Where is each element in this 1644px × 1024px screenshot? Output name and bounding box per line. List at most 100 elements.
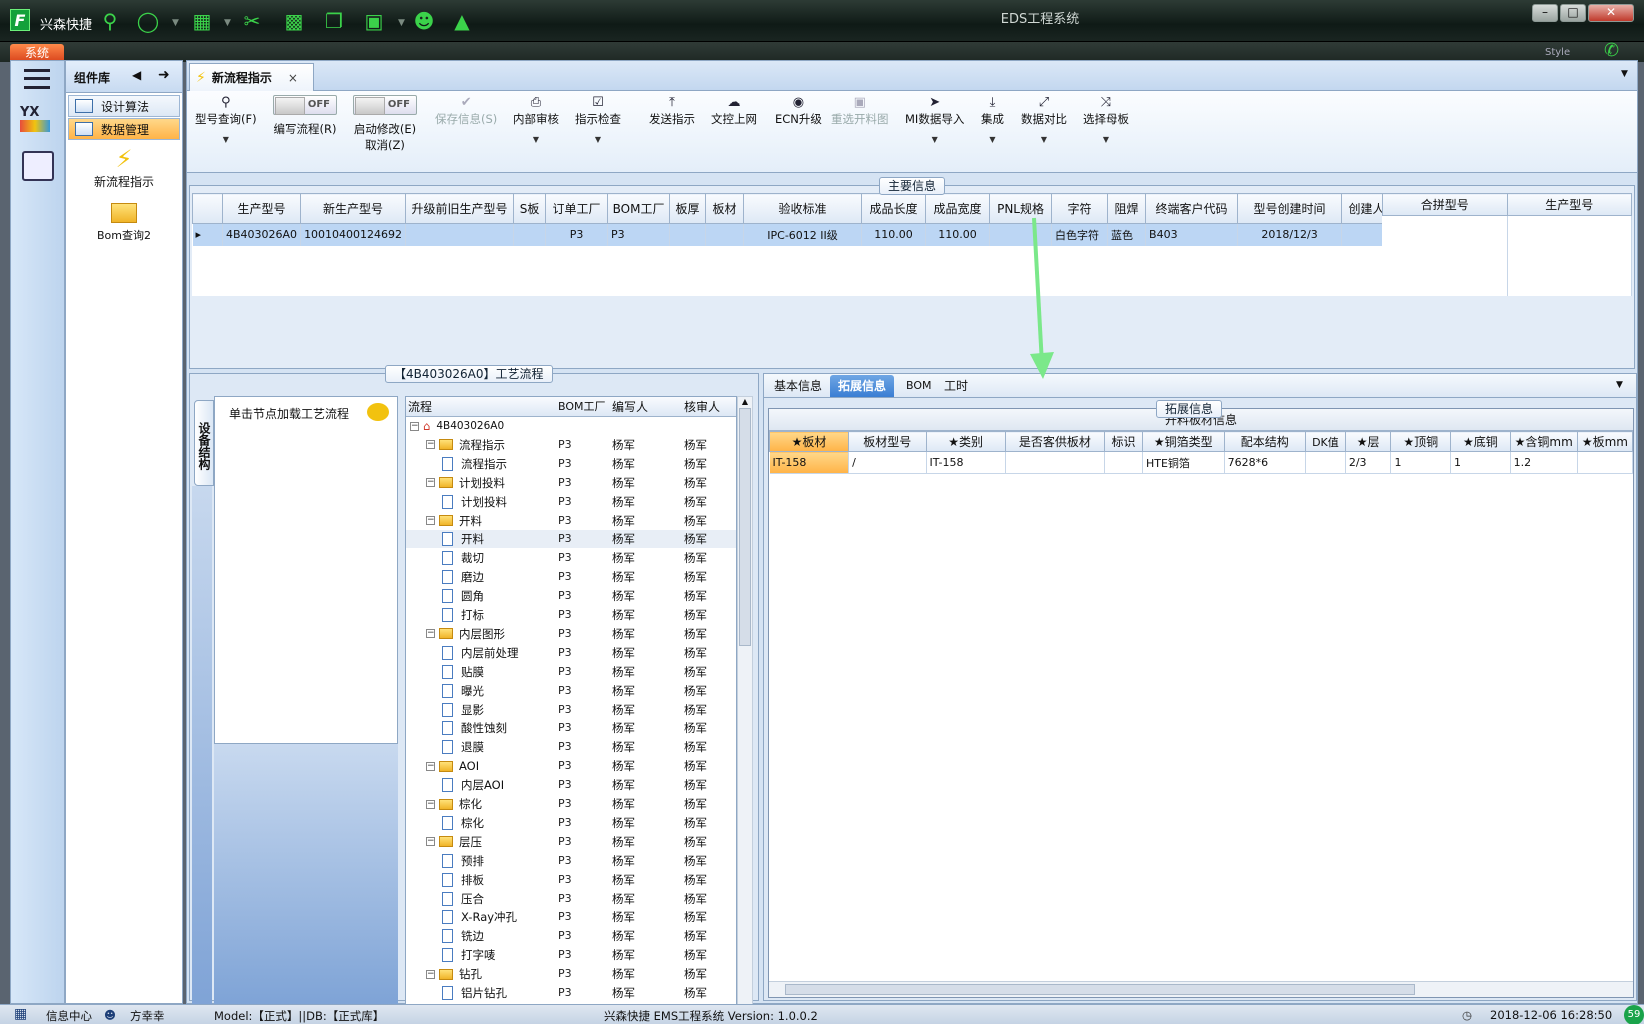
tree-row[interactable]: − 内层图形 P3 杨军 杨军 [406,625,736,643]
cell[interactable]: P3 [545,223,609,246]
grid-icon[interactable]: ▦ [190,9,214,33]
col-header[interactable]: 新生产型号 [300,193,407,224]
pin-icon[interactable]: ➜ [158,67,170,83]
cell[interactable]: 7628*6 [1224,451,1306,474]
tree-node[interactable]: 棕化 [442,814,484,832]
tree-row[interactable]: 磨边 P3 杨军 杨军 [406,568,736,586]
grid-icon[interactable]: ▦ [14,1006,27,1022]
comp-item-data-management[interactable]: 数据管理 [68,118,180,140]
tree-row[interactable]: 裁切 P3 杨军 杨军 [406,549,736,567]
cell[interactable] [989,223,1053,246]
collapse-icon[interactable]: − [426,969,435,979]
collapse-icon[interactable]: − [426,837,435,847]
send-instruction-button[interactable]: ⤒ 发送指示 [649,95,695,127]
apps-icon[interactable]: ▣ [362,9,386,33]
cell[interactable]: 10010400124692 [300,223,407,246]
tree-node[interactable]: − 计划投料 [426,474,505,492]
col-header[interactable]: S板 [513,193,547,224]
tree-col-header[interactable]: 编写人 [612,397,648,417]
tab-basic-info[interactable]: 基本信息 [766,375,830,397]
cell[interactable] [669,223,707,246]
tab-bom[interactable]: BOM [898,375,940,397]
tree-vertical-scrollbar[interactable]: ▲ [737,396,753,1018]
globe-icon[interactable]: ◯ [136,9,160,33]
col-header[interactable]: ★顶铜 [1390,431,1452,452]
col-header[interactable]: 标识 [1104,431,1143,452]
maximize-button[interactable]: □ [1560,4,1586,22]
dropdown-caret-icon[interactable]: ▼ [172,18,179,28]
hamburger-menu-icon[interactable] [24,69,50,89]
tree-node[interactable]: 内层AOI [442,776,504,794]
close-tab-icon[interactable]: × [288,71,298,85]
cell[interactable]: 110.00 [925,223,991,246]
col-header[interactable]: 板材 [705,193,745,224]
cell[interactable]: IPC-6012 II级 [743,223,863,246]
tree-row[interactable]: 显影 P3 杨军 杨军 [406,701,736,719]
collapse-left-icon[interactable]: ◀ [132,68,141,82]
cell[interactable]: / [848,451,927,474]
col-header[interactable]: PNL规格 [989,193,1053,224]
cell[interactable] [1305,451,1346,474]
scissors-icon[interactable]: ✂ [240,9,264,33]
tree-node[interactable]: − 层压 [426,833,482,851]
cell[interactable]: IT-158 [769,451,850,474]
col-header[interactable]: 阻焊 [1107,193,1147,224]
calculator-icon[interactable] [22,151,54,181]
tree-row[interactable]: 圆角 P3 杨军 杨军 [406,587,736,605]
tree-row[interactable]: 内层前处理 P3 杨军 杨军 [406,644,736,662]
table-row[interactable]: IT-158 / IT-158 HTE铜箔 7628*6 2/3 1 1 1.2 [769,451,1634,474]
tree-node[interactable]: − 开料 [426,512,482,530]
col-header[interactable]: ★类别 [925,431,1006,452]
tree-row[interactable]: − ⌂ 4B403026A0 [406,417,736,435]
cell[interactable]: 1 [1390,451,1452,474]
tab-list-icon[interactable]: ▼ [1621,69,1628,79]
col-header[interactable]: ★底铜 [1450,431,1511,452]
collapse-icon[interactable]: − [410,421,419,431]
tree-row[interactable]: 内层AOI P3 杨军 杨军 [406,776,736,794]
tree-node[interactable]: 开料 [442,530,484,548]
tree-node[interactable]: − 钻孔 [426,965,482,983]
write-process-toggle[interactable]: OFF 编写流程(R) [273,95,337,137]
tab-extended-info[interactable]: 拓展信息 [830,375,895,397]
style-selector[interactable]: Style [1545,47,1570,58]
tree-node[interactable]: 显影 [442,701,484,719]
tree-node[interactable]: 圆角 [442,587,484,605]
cell[interactable]: 2/3 [1345,451,1392,474]
col-header[interactable]: ★层 [1344,431,1392,452]
tree-row[interactable]: 预排 P3 杨军 杨军 [406,852,736,870]
col-header[interactable]: ★板材 [768,431,850,452]
tree-node[interactable]: 磨边 [442,568,484,586]
internal-review-button[interactable]: ⎙ 内部审核 ▼ [513,95,559,144]
cell[interactable] [1577,451,1634,474]
cell[interactable]: P3 [607,223,671,246]
tab-list-icon[interactable]: ▼ [1616,380,1623,390]
col-header[interactable]: BOM工厂 [607,193,671,224]
cell[interactable]: 蓝色 [1107,223,1147,246]
cell[interactable]: 白色字符 [1051,223,1109,246]
instruction-check-button[interactable]: ☑ 指示检查 ▼ [575,95,621,144]
cell[interactable]: 110.00 [861,223,927,246]
tree-row[interactable]: 铣边 P3 杨军 杨军 [406,927,736,945]
tree-node[interactable]: 流程指示 [442,455,507,473]
tree-row[interactable]: − 计划投料 P3 杨军 杨军 [406,474,736,492]
col-header[interactable]: ★板mm [1576,431,1634,452]
cell[interactable] [405,223,515,246]
col-header[interactable]: ★铜箔类型 [1141,431,1225,452]
tree-node[interactable]: 酸性蚀刻 [442,719,507,737]
col-header[interactable]: 成品宽度 [925,193,991,224]
collapse-icon[interactable]: − [426,516,435,525]
dropdown-caret-icon[interactable]: ▼ [398,18,405,28]
tree-row[interactable]: 开料 P3 杨军 杨军 [406,530,736,549]
cell[interactable] [705,223,745,246]
film-icon[interactable]: ▩ [282,9,306,33]
close-button[interactable]: ✕ [1588,4,1634,22]
data-compare-button[interactable]: ⤢ 数据对比 ▼ [1021,95,1067,144]
collapse-icon[interactable]: − [426,799,435,809]
tree-row[interactable]: 曝光 P3 杨军 杨军 [406,682,736,700]
tree-node[interactable]: 压合 [442,890,484,908]
tree-node[interactable]: 铣边 [442,927,484,945]
tree-node[interactable]: 贴膜 [442,663,484,681]
tree-row[interactable]: 打标 P3 杨军 杨军 [406,606,736,624]
tree-node[interactable]: X-Ray冲孔 [442,908,517,926]
tree-col-header[interactable]: BOM工厂 [558,397,606,417]
